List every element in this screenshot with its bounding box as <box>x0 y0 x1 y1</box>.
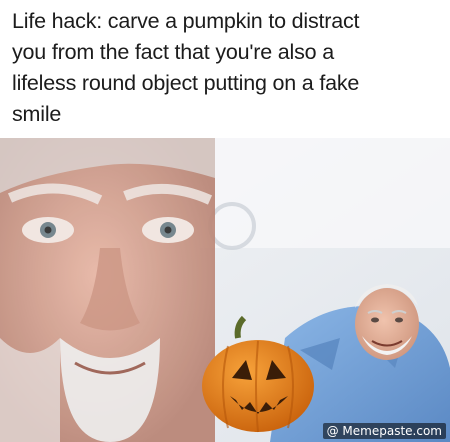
watermark: @ Memepaste.com <box>322 423 446 439</box>
caption-line-2: you from the fact that you're also a <box>12 40 334 64</box>
caption-line-1: Life hack: carve a pumpkin to distract <box>12 9 360 33</box>
meme-caption: Life hack: carve a pumpkin to distract y… <box>12 6 442 130</box>
window-light <box>200 138 450 248</box>
caption-line-4: smile <box>12 102 62 126</box>
closeup-face <box>0 138 215 442</box>
meme-illustration <box>0 138 450 442</box>
man-face <box>355 288 419 360</box>
meme-photo: @ Memepaste.com <box>0 138 450 442</box>
caption-line-3: lifeless round object putting on a fake <box>12 71 360 95</box>
